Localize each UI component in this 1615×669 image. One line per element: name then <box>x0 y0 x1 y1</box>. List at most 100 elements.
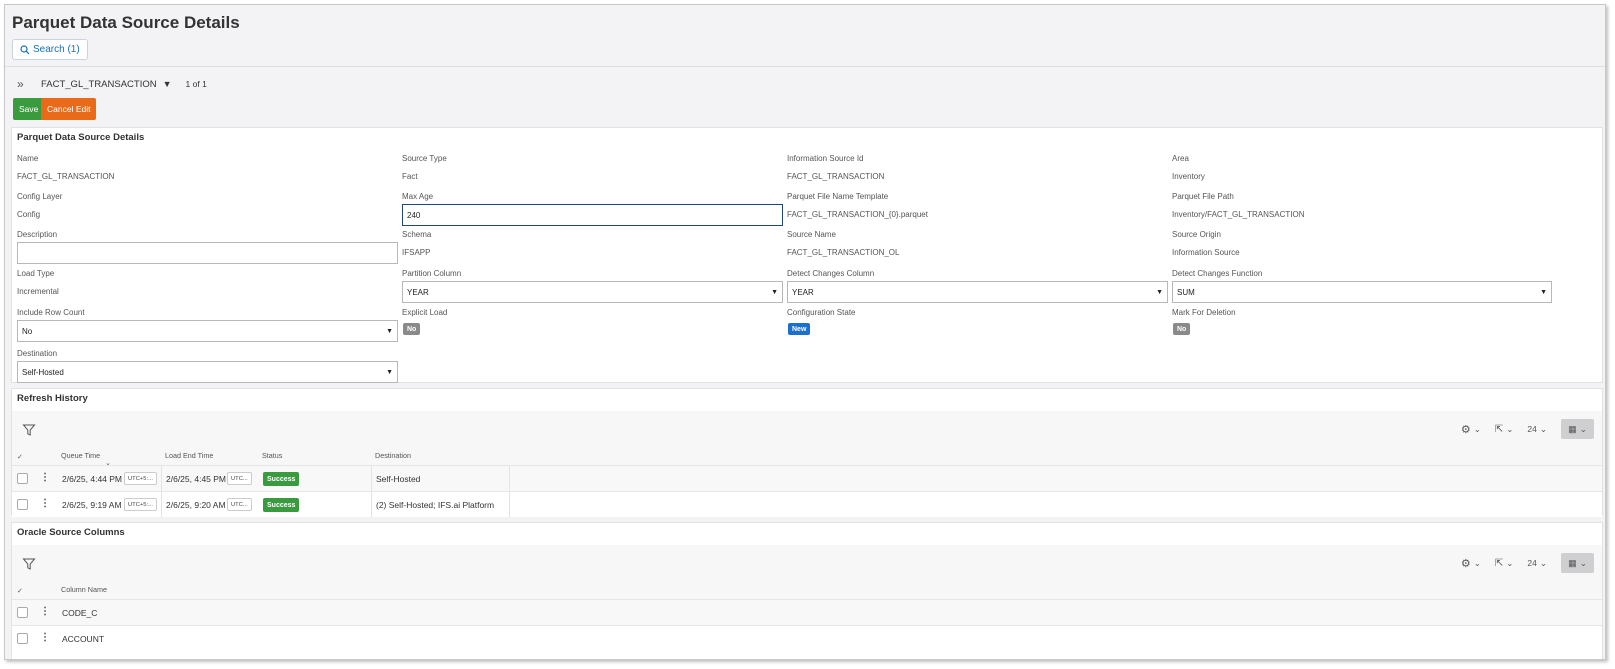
select-all-checkmark[interactable]: ✓ <box>17 586 23 595</box>
caret-down-icon[interactable]: ▼ <box>163 79 172 89</box>
oracle-columns-toolbar <box>12 545 1602 603</box>
chevron-down-icon: ⌄ <box>1539 557 1547 568</box>
col-load-end-time[interactable]: Load End Time <box>165 451 213 460</box>
search-label: Search (1) <box>33 44 80 55</box>
schema-field: Schema IFSAPP <box>402 230 782 257</box>
app-window: Parquet Data Source Details Search (1) »… <box>4 4 1606 660</box>
oracle-columns-tools: ⚙ ⌄ ⇱ ⌄ 24 ⌄ ▦ ⌄ <box>1461 553 1594 573</box>
settings-menu[interactable]: ⚙ ⌄ <box>1461 557 1481 570</box>
table-row[interactable]: ⋮ CODE_C <box>12 599 1602 625</box>
row-checkbox[interactable] <box>17 473 28 484</box>
cell-divider <box>509 466 510 491</box>
table-row[interactable]: ⋮ 2/6/25, 4:44 PM UTC+5:... 2/6/25, 4:45… <box>12 465 1602 491</box>
column-name-cell: CODE_C <box>62 608 98 618</box>
kebab-menu-icon[interactable]: ⋮ <box>40 632 50 643</box>
destination-label: Destination <box>17 349 58 358</box>
filter-icon[interactable] <box>22 557 36 571</box>
filter-icon[interactable] <box>22 423 36 437</box>
destination-select-value: Self-Hosted <box>22 367 64 377</box>
search-button[interactable]: Search (1) <box>12 39 88 60</box>
record-navigator: » FACT_GL_TRANSACTION ▼ 1 of 1 <box>17 77 207 91</box>
destination-cell: (2) Self-Hosted; IFS.ai Platform <box>376 500 495 510</box>
explicit-load-badge: No <box>403 323 421 335</box>
page-title: Parquet Data Source Details <box>12 13 240 32</box>
record-selector[interactable]: FACT_GL_TRANSACTION <box>41 79 157 90</box>
export-menu[interactable]: ⇱ ⌄ <box>1495 558 1514 569</box>
settings-menu[interactable]: ⚙ ⌄ <box>1461 423 1481 436</box>
include-row-count-select[interactable]: No ▼ <box>17 320 398 342</box>
save-button[interactable]: Save <box>13 98 45 120</box>
load-end-time-cell: 2/6/25, 9:20 AM <box>166 500 226 510</box>
col-status[interactable]: Status <box>262 451 282 460</box>
description-input[interactable] <box>17 242 398 264</box>
detect-changes-function-field: Detect Changes Function <box>1172 269 1552 278</box>
config-layer-label: Config Layer <box>17 192 63 201</box>
details-panel-title: Parquet Data Source Details <box>17 132 145 143</box>
table-row[interactable]: ⋮ ACCOUNT <box>12 625 1602 651</box>
col-queue-time[interactable]: Queue Time <box>61 451 100 460</box>
source-type-value: Fact <box>402 172 418 181</box>
chevron-down-icon: ▼ <box>1540 288 1547 296</box>
configuration-state-field: Configuration State <box>787 308 1167 317</box>
destination-select[interactable]: Self-Hosted ▼ <box>17 361 398 383</box>
double-chevron-right-icon[interactable]: » <box>17 77 29 91</box>
chevron-down-icon: ⌄ <box>1579 557 1587 568</box>
chevron-down-icon: ⌄ <box>1473 423 1481 434</box>
kebab-menu-icon[interactable]: ⋮ <box>40 606 50 617</box>
oracle-source-columns-panel: Oracle Source Columns ⚙ ⌄ ⇱ ⌄ 24 ⌄ ▦ ⌄ ✓ Col… <box>11 522 1603 659</box>
status-badge: Success <box>263 472 300 486</box>
cell-divider <box>161 492 162 517</box>
export-menu[interactable]: ⇱ ⌄ <box>1495 424 1514 435</box>
file-path-field: Parquet File Path Inventory/FACT_GL_TRAN… <box>1172 192 1552 219</box>
cancel-edit-button[interactable]: Cancel Edit <box>41 98 97 120</box>
page-size-value: 24 <box>1527 558 1537 568</box>
queue-time-cell: 2/6/25, 9:19 AM <box>62 500 122 510</box>
timezone-chip: UTC+5:... <box>124 472 157 485</box>
max-age-input-value: 240 <box>407 210 421 220</box>
row-checkbox[interactable] <box>17 633 28 644</box>
max-age-input[interactable]: 240 <box>402 204 783 226</box>
name-value: FACT_GL_TRANSACTION <box>17 172 115 181</box>
col-destination[interactable]: Destination <box>375 451 411 460</box>
export-icon: ⇱ <box>1494 423 1504 435</box>
destination-field: Destination <box>17 349 397 358</box>
mark-for-deletion-badge: No <box>1173 323 1191 335</box>
detect-changes-column-select[interactable]: YEAR ▼ <box>787 281 1168 303</box>
info-source-id-label: Information Source Id <box>787 154 864 163</box>
partition-column-select[interactable]: YEAR ▼ <box>402 281 783 303</box>
detect-changes-column-select-value: YEAR <box>792 287 814 297</box>
row-checkbox[interactable] <box>17 499 28 510</box>
header-divider <box>5 66 1605 67</box>
page-size-menu[interactable]: 24 ⌄ <box>1527 424 1547 435</box>
kebab-menu-icon[interactable]: ⋮ <box>40 472 50 483</box>
source-origin-value: Information Source <box>1172 248 1240 257</box>
configuration-state-badge: New <box>788 323 811 335</box>
file-path-value: Inventory/FACT_GL_TRANSACTION <box>1172 210 1305 219</box>
chevron-down-icon: ▼ <box>1156 288 1163 296</box>
row-checkbox[interactable] <box>17 607 28 618</box>
include-row-count-select-value: No <box>22 326 33 336</box>
area-value: Inventory <box>1172 172 1205 181</box>
timezone-chip: UTC... <box>227 498 252 511</box>
col-column-name[interactable]: Column Name <box>61 585 107 594</box>
explicit-load-field: Explicit Load <box>402 308 782 317</box>
table-row[interactable]: ⋮ 2/6/25, 9:19 AM UTC+5:... 2/6/25, 9:20… <box>12 491 1602 517</box>
max-age-label: Max Age <box>402 192 434 201</box>
view-mode-button[interactable]: ▦ ⌄ <box>1561 553 1594 573</box>
export-icon: ⇱ <box>1494 557 1504 569</box>
detect-changes-column-label: Detect Changes Column <box>787 269 875 278</box>
area-field: Area Inventory <box>1172 154 1552 181</box>
page-size-menu[interactable]: 24 ⌄ <box>1527 558 1547 569</box>
refresh-history-title: Refresh History <box>17 393 88 404</box>
file-name-template-label: Parquet File Name Template <box>787 192 889 201</box>
oracle-source-columns-title: Oracle Source Columns <box>17 527 125 538</box>
view-mode-button[interactable]: ▦ ⌄ <box>1561 419 1594 439</box>
cell-divider <box>371 466 372 491</box>
select-all-checkmark[interactable]: ✓ <box>17 452 23 461</box>
load-type-value: Incremental <box>17 287 59 296</box>
kebab-menu-icon[interactable]: ⋮ <box>40 498 50 509</box>
name-field: Name FACT_GL_TRANSACTION <box>17 154 397 181</box>
chevron-down-icon: ⌄ <box>1539 423 1547 434</box>
detect-changes-function-select[interactable]: SUM ▼ <box>1172 281 1552 303</box>
partition-column-field: Partition Column <box>402 269 782 278</box>
